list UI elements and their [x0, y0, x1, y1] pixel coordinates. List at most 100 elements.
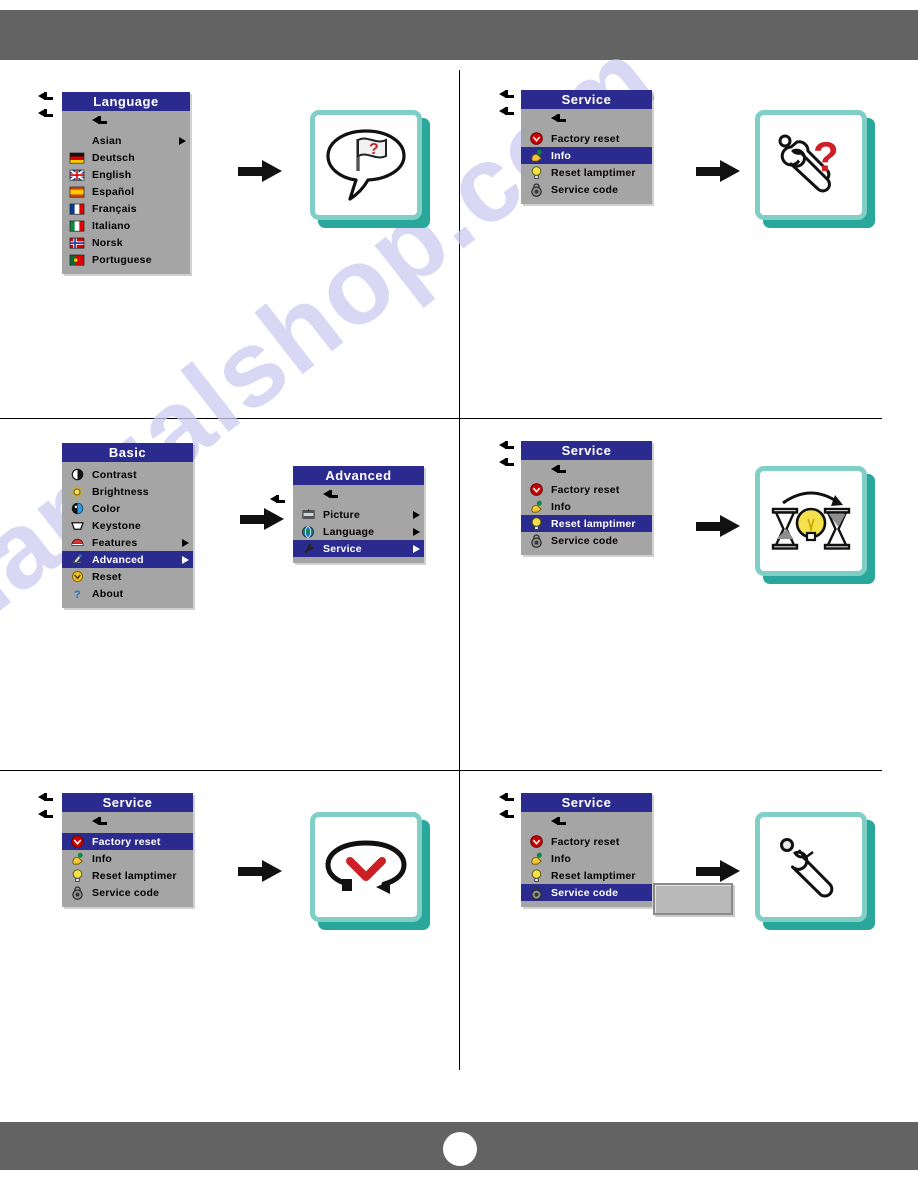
service-menu-back-row[interactable]: [521, 111, 652, 130]
back-arrow-icon: [551, 465, 566, 478]
card-language-result: ?: [310, 110, 430, 228]
service-menu-back-row[interactable]: [521, 462, 652, 481]
menu-item-norsk[interactable]: Norsk: [62, 234, 190, 251]
menu-item-brightness[interactable]: Brightness: [62, 483, 193, 500]
menu-item-factory-reset[interactable]: Factory reset: [521, 481, 652, 498]
page-header-bar: [0, 10, 918, 60]
menu-item-label: Italiano: [92, 219, 131, 232]
menu-item-label: Factory reset: [551, 835, 620, 848]
menu-item-reset-lamptimer[interactable]: Reset lamptimer: [521, 867, 652, 884]
menu-item-info[interactable]: Info: [521, 147, 652, 164]
menu-item-label: Français: [92, 202, 137, 215]
menu-item-features[interactable]: Features: [62, 534, 193, 551]
card-code-result: [755, 812, 875, 930]
menu-item-francais[interactable]: Français: [62, 200, 190, 217]
menu-item-info[interactable]: Info: [521, 498, 652, 515]
menu-item-espanol[interactable]: Español: [62, 183, 190, 200]
service-menu-back-row[interactable]: [521, 814, 652, 833]
wrench-icon: [780, 838, 834, 898]
advanced-menu-back-row[interactable]: [293, 487, 424, 506]
menu-item-label: Factory reset: [551, 132, 620, 145]
menu-item-language[interactable]: Language: [293, 523, 424, 540]
back-arrow-icon: [499, 107, 514, 120]
features-icon: [66, 535, 88, 550]
menu-item-label: Reset lamptimer: [551, 869, 636, 882]
back-markers-language: [38, 92, 58, 126]
reset-icon: [66, 569, 88, 584]
menu-item-service-code[interactable]: Service code: [521, 181, 652, 198]
service-menu-title: Service: [521, 441, 652, 460]
service-menu-info-panel[interactable]: Service Factory reset Info Reset lamptim…: [521, 90, 652, 204]
svg-text:?: ?: [813, 133, 839, 180]
back-arrow-icon: [270, 495, 285, 508]
submenu-arrow-icon: [408, 527, 424, 536]
lock-icon: [66, 885, 88, 900]
menu-item-label: English: [92, 168, 132, 181]
back-arrow-icon: [38, 793, 53, 806]
flow-arrow-language: [238, 160, 282, 182]
picture-icon: [297, 507, 319, 522]
menu-item-color[interactable]: Color: [62, 500, 193, 517]
service-menu-lamptimer-panel[interactable]: Service Factory reset Info Reset lamptim…: [521, 441, 652, 555]
lock-icon: [525, 533, 547, 548]
menu-item-service-code[interactable]: Service code: [521, 884, 652, 901]
flag-fr-icon: [66, 201, 88, 216]
menu-item-label: Brightness: [92, 485, 149, 498]
contrast-icon: [66, 467, 88, 482]
menu-item-reset-lamptimer[interactable]: Reset lamptimer: [62, 867, 193, 884]
language-menu-back-row[interactable]: [62, 113, 190, 132]
spacer-icon: [66, 133, 88, 148]
page-number: [443, 1132, 477, 1166]
basic-menu-panel[interactable]: Basic Contrast Brightness Color Keystone…: [62, 443, 193, 608]
menu-item-reset[interactable]: Reset: [62, 568, 193, 585]
submenu-arrow-icon: [174, 136, 190, 145]
menu-item-keystone[interactable]: Keystone: [62, 517, 193, 534]
menu-item-italiano[interactable]: Italiano: [62, 217, 190, 234]
service-menu-back-row[interactable]: [62, 814, 193, 833]
back-arrow-icon: [323, 490, 338, 503]
menu-item-label: About: [92, 587, 124, 600]
menu-item-label: Info: [551, 149, 572, 162]
lamp-icon: [525, 868, 547, 883]
menu-item-contrast[interactable]: Contrast: [62, 466, 193, 483]
service-menu-factory-panel[interactable]: Service Factory reset Info Reset lamptim…: [62, 793, 193, 907]
menu-item-factory-reset[interactable]: Factory reset: [521, 833, 652, 850]
factory-reset-icon: [66, 834, 88, 849]
menu-item-factory-reset[interactable]: Factory reset: [521, 130, 652, 147]
menu-item-label: Service code: [551, 534, 619, 547]
menu-item-info[interactable]: Info: [62, 850, 193, 867]
submenu-arrow-icon: [408, 510, 424, 519]
menu-item-factory-reset[interactable]: Factory reset: [62, 833, 193, 850]
advanced-menu-panel[interactable]: Advanced Picture Language Service: [293, 466, 424, 563]
menu-item-service-code[interactable]: Service code: [62, 884, 193, 901]
menu-item-label: Reset lamptimer: [92, 869, 177, 882]
menu-item-reset-lamptimer[interactable]: Reset lamptimer: [521, 515, 652, 532]
language-menu-panel[interactable]: Language Asian Deutsch English Español F…: [62, 92, 190, 274]
flag-es-icon: [66, 184, 88, 199]
menu-item-about[interactable]: ? About: [62, 585, 193, 602]
menu-item-english[interactable]: English: [62, 166, 190, 183]
menu-item-label: Portuguese: [92, 253, 152, 266]
menu-item-asian[interactable]: Asian: [62, 132, 190, 149]
service-menu-title: Service: [521, 793, 652, 812]
menu-item-label: Keystone: [92, 519, 141, 532]
card-factory-result: [310, 812, 430, 930]
service-code-input[interactable]: [653, 883, 733, 915]
menu-item-label: Contrast: [92, 468, 137, 481]
service-menu-code-panel[interactable]: Service Factory reset Info Reset lamptim…: [521, 793, 652, 907]
menu-item-label: Features: [92, 536, 138, 549]
reset-loop-icon: [325, 840, 407, 894]
menu-item-deutsch[interactable]: Deutsch: [62, 149, 190, 166]
back-markers-service-factory: [38, 793, 58, 827]
menu-item-advanced[interactable]: Advanced: [62, 551, 193, 568]
column-divider: [459, 70, 460, 1070]
menu-item-picture[interactable]: Picture: [293, 506, 424, 523]
menu-item-label: Reset lamptimer: [551, 166, 636, 179]
language-menu-title: Language: [62, 92, 190, 111]
menu-item-info[interactable]: Info: [521, 850, 652, 867]
menu-item-reset-lamptimer[interactable]: Reset lamptimer: [521, 164, 652, 181]
menu-item-service-code[interactable]: Service code: [521, 532, 652, 549]
menu-item-service[interactable]: Service: [293, 540, 424, 557]
wrench-icon: [297, 541, 319, 556]
menu-item-portuguese[interactable]: Portuguese: [62, 251, 190, 268]
